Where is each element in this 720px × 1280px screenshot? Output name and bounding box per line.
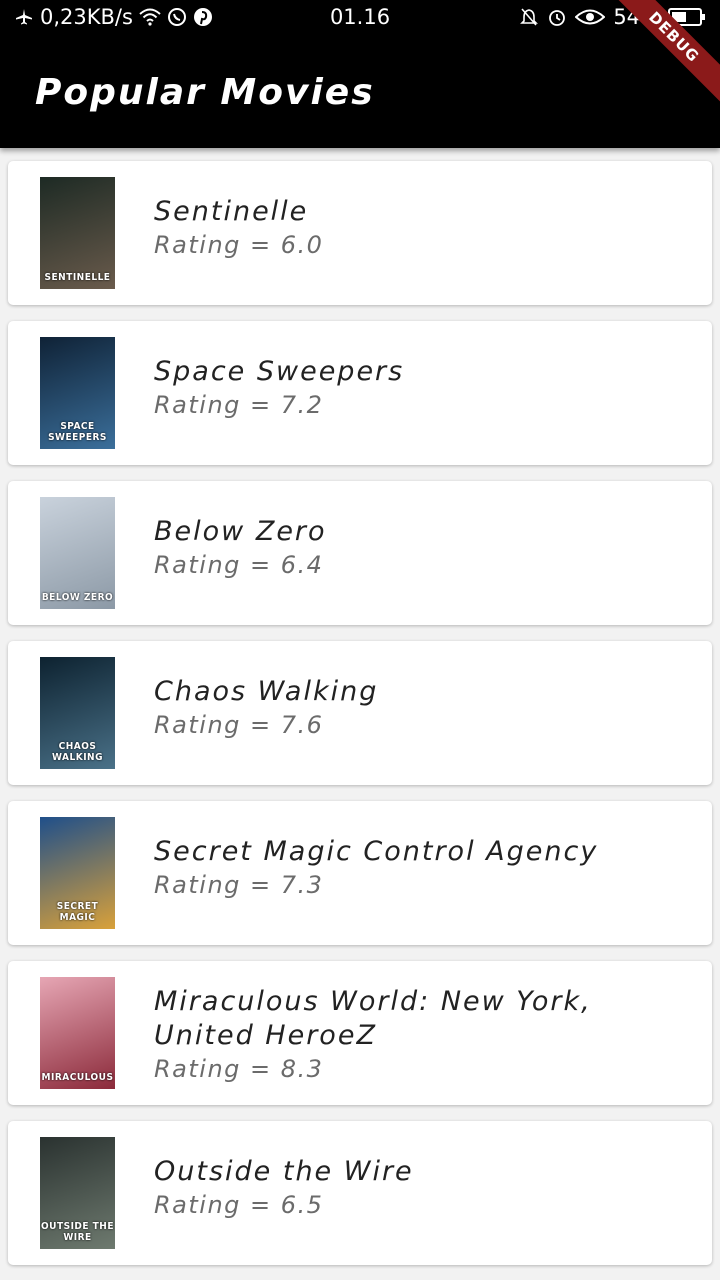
movie-title: Space Sweepers bbox=[154, 356, 405, 387]
movie-poster[interactable]: CHAOS WALKING bbox=[40, 657, 115, 769]
movie-card[interactable]: SPACE SWEEPERS Space Sweepers Rating = 7.2 bbox=[8, 321, 712, 465]
poster-title: CHAOS WALKING bbox=[52, 741, 103, 763]
movie-list[interactable]: SENTINELLE Sentinelle Rating = 6.0 SPACE SW… bbox=[8, 161, 712, 1280]
movie-poster[interactable]: SPACE SWEEPERS bbox=[40, 337, 115, 449]
movie-poster[interactable]: MIRACULOUS bbox=[40, 977, 115, 1089]
eye-icon bbox=[575, 8, 606, 26]
poster-title: SPACE SWEEPERS bbox=[48, 421, 107, 443]
movie-title: Miraculous World: New York, United Heroe… bbox=[154, 986, 592, 1051]
movie-card[interactable]: CHAOS WALKING Chaos Walking Rating = 7.6 bbox=[8, 641, 712, 785]
movie-title: Outside the Wire bbox=[154, 1156, 414, 1187]
mute-icon bbox=[519, 7, 539, 27]
movie-rating: Rating = 7.6 bbox=[154, 711, 324, 739]
poster-title: BELOW ZERO bbox=[41, 592, 114, 603]
movie-title: Chaos Walking bbox=[154, 676, 379, 707]
alarm-icon bbox=[547, 7, 567, 27]
movie-title: Secret Magic Control Agency bbox=[154, 836, 599, 867]
app-bar: Popular Movies bbox=[0, 36, 720, 148]
movie-poster[interactable]: SECRET MAGIC bbox=[40, 817, 115, 929]
movie-rating: Rating = 6.4 bbox=[154, 551, 324, 579]
poster-title: SECRET MAGIC bbox=[56, 901, 99, 923]
movie-card[interactable]: MIRACULOUS Miraculous World: New York, Un… bbox=[8, 961, 712, 1105]
poster-title: OUTSIDE THE WIRE bbox=[41, 1221, 114, 1243]
movie-rating: Rating = 8.3 bbox=[154, 1055, 324, 1083]
movie-card[interactable]: BELOW ZERO Below Zero Rating = 6.4 bbox=[8, 481, 712, 625]
movie-poster[interactable]: SENTINELLE bbox=[40, 177, 115, 289]
movie-rating: Rating = 6.0 bbox=[154, 231, 324, 259]
poster-title: SENTINELLE bbox=[44, 272, 111, 283]
movie-card[interactable]: OUTSIDE THE WIRE Outside the Wire Rating =… bbox=[8, 1121, 712, 1265]
movie-card[interactable]: SECRET MAGIC Secret Magic Control Agency R… bbox=[8, 801, 712, 945]
poster-title: MIRACULOUS bbox=[41, 1072, 114, 1083]
movie-rating: Rating = 7.3 bbox=[154, 871, 324, 899]
movie-poster[interactable]: BELOW ZERO bbox=[40, 497, 115, 609]
movie-poster[interactable]: OUTSIDE THE WIRE bbox=[40, 1137, 115, 1249]
movie-title: Below Zero bbox=[154, 516, 327, 547]
page-title: Popular Movies bbox=[35, 72, 375, 113]
status-bar: 0,23KB/s 01.16 54% bbox=[0, 0, 720, 36]
movie-title: Sentinelle bbox=[154, 196, 309, 227]
movie-card[interactable]: SENTINELLE Sentinelle Rating = 6.0 bbox=[8, 161, 712, 305]
movie-rating: Rating = 7.2 bbox=[154, 391, 324, 419]
movie-rating: Rating = 6.5 bbox=[154, 1191, 324, 1219]
